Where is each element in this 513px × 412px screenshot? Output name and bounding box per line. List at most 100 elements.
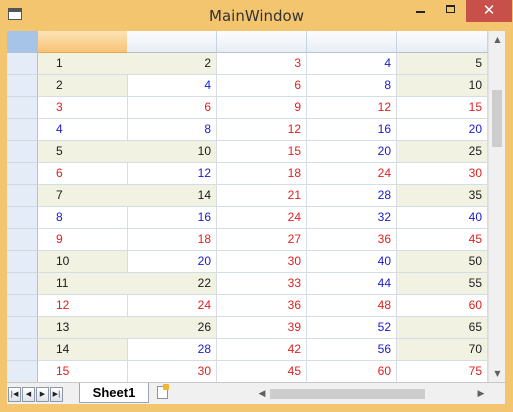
- grid-cell[interactable]: 14: [38, 339, 128, 361]
- horizontal-scrollbar[interactable]: ◀ ▶: [254, 386, 489, 402]
- title-bar[interactable]: MainWindow ✕: [0, 0, 513, 31]
- new-sheet-icon[interactable]: [157, 384, 169, 399]
- grid-cell[interactable]: 24: [127, 295, 217, 317]
- grid-cell[interactable]: 15: [38, 361, 128, 382]
- grid-cell[interactable]: 12: [127, 163, 217, 185]
- spreadsheet-grid[interactable]: 1 2 3 4 5 2 4 6 8 10 3 6 9 12 15 4 8 12 16 20 5 10 15 20 25 6 12 18…: [7, 31, 488, 382]
- next-sheet-button[interactable]: ▶: [36, 387, 49, 402]
- grid-cell[interactable]: 20: [127, 251, 217, 273]
- grid-cell[interactable]: 10: [127, 141, 217, 163]
- grid-cell[interactable]: 10: [38, 251, 128, 273]
- row-header[interactable]: [7, 119, 38, 141]
- grid-cell[interactable]: 13: [38, 317, 128, 339]
- vertical-scrollbar[interactable]: ▲ ▼: [488, 31, 505, 382]
- grid-cell[interactable]: 30: [217, 251, 307, 273]
- scroll-left-arrow-icon[interactable]: ◀: [254, 386, 270, 402]
- grid-cell[interactable]: 45: [397, 229, 488, 251]
- select-all-corner[interactable]: [7, 31, 38, 53]
- grid-cell[interactable]: 30: [127, 361, 217, 382]
- grid-cell[interactable]: 42: [217, 339, 307, 361]
- grid-cell[interactable]: 9: [217, 97, 307, 119]
- grid-cell[interactable]: 4: [127, 75, 217, 97]
- grid-cell[interactable]: 11: [38, 273, 128, 295]
- grid-cell[interactable]: 22: [127, 273, 217, 295]
- grid-cell[interactable]: 70: [397, 339, 488, 361]
- grid-cell[interactable]: 2: [127, 53, 217, 75]
- grid-cell[interactable]: 60: [397, 295, 488, 317]
- column-header-d[interactable]: [307, 31, 397, 53]
- row-header[interactable]: [7, 295, 38, 317]
- grid-cell[interactable]: 36: [217, 295, 307, 317]
- scroll-down-arrow-icon[interactable]: ▼: [489, 365, 505, 382]
- grid-cell[interactable]: 10: [397, 75, 488, 97]
- row-header[interactable]: [7, 229, 38, 251]
- scroll-right-arrow-icon[interactable]: ▶: [473, 386, 489, 402]
- grid-cell[interactable]: 8: [307, 75, 397, 97]
- grid-cell[interactable]: 5: [38, 141, 128, 163]
- last-sheet-button[interactable]: ▶|: [50, 387, 63, 402]
- grid-cell[interactable]: 16: [307, 119, 397, 141]
- row-header[interactable]: [7, 141, 38, 163]
- grid-cell[interactable]: 40: [307, 251, 397, 273]
- grid-cell[interactable]: 50: [397, 251, 488, 273]
- first-sheet-button[interactable]: |◀: [8, 387, 21, 402]
- grid-cell[interactable]: 15: [217, 141, 307, 163]
- grid-cell[interactable]: 16: [127, 207, 217, 229]
- grid-cell[interactable]: 52: [307, 317, 397, 339]
- grid-cell[interactable]: 25: [397, 141, 488, 163]
- grid-cell[interactable]: 26: [127, 317, 217, 339]
- grid-cell[interactable]: 60: [307, 361, 397, 382]
- grid-cell[interactable]: 12: [307, 97, 397, 119]
- grid-cell[interactable]: 48: [307, 295, 397, 317]
- grid-cell[interactable]: 20: [397, 119, 488, 141]
- grid-cell[interactable]: 32: [307, 207, 397, 229]
- grid-cell[interactable]: 3: [38, 97, 128, 119]
- grid-cell[interactable]: 40: [397, 207, 488, 229]
- sheet-tab-sheet1[interactable]: Sheet1: [79, 383, 149, 403]
- grid-cell[interactable]: 75: [397, 361, 488, 382]
- row-header[interactable]: [7, 53, 38, 75]
- grid-cell[interactable]: 35: [397, 185, 488, 207]
- row-header[interactable]: [7, 207, 38, 229]
- grid-cell[interactable]: 5: [397, 53, 488, 75]
- grid-cell[interactable]: 36: [307, 229, 397, 251]
- grid-cell[interactable]: 24: [217, 207, 307, 229]
- minimize-button[interactable]: [406, 0, 436, 22]
- grid-cell[interactable]: 1: [38, 53, 128, 75]
- grid-cell[interactable]: 14: [127, 185, 217, 207]
- grid-cell[interactable]: 28: [307, 185, 397, 207]
- grid-cell[interactable]: 15: [397, 97, 488, 119]
- grid-cell[interactable]: 20: [307, 141, 397, 163]
- grid-cell[interactable]: 12: [217, 119, 307, 141]
- grid-cell[interactable]: 28: [127, 339, 217, 361]
- grid-cell[interactable]: 45: [217, 361, 307, 382]
- grid-cell[interactable]: 56: [307, 339, 397, 361]
- grid-cell[interactable]: 7: [38, 185, 128, 207]
- grid-cell[interactable]: 44: [307, 273, 397, 295]
- column-header-c[interactable]: [217, 31, 307, 53]
- grid-cell[interactable]: 4: [307, 53, 397, 75]
- row-header[interactable]: [7, 317, 38, 339]
- grid-cell[interactable]: 27: [217, 229, 307, 251]
- grid-cell[interactable]: 39: [217, 317, 307, 339]
- grid-cell[interactable]: 3: [217, 53, 307, 75]
- close-button[interactable]: ✕: [466, 0, 512, 22]
- grid-cell[interactable]: 21: [217, 185, 307, 207]
- row-header[interactable]: [7, 339, 38, 361]
- row-header[interactable]: [7, 163, 38, 185]
- grid-cell[interactable]: 2: [38, 75, 128, 97]
- grid-cell[interactable]: 9: [38, 229, 128, 251]
- column-header-b[interactable]: [127, 31, 217, 53]
- vertical-scroll-thumb[interactable]: [492, 90, 502, 147]
- grid-cell[interactable]: 12: [38, 295, 128, 317]
- row-header[interactable]: [7, 251, 38, 273]
- row-header[interactable]: [7, 273, 38, 295]
- grid-cell[interactable]: 18: [127, 229, 217, 251]
- grid-cell[interactable]: 30: [397, 163, 488, 185]
- grid-cell[interactable]: 6: [127, 97, 217, 119]
- grid-cell[interactable]: 18: [217, 163, 307, 185]
- scroll-up-arrow-icon[interactable]: ▲: [489, 31, 505, 48]
- grid-cell[interactable]: 8: [127, 119, 217, 141]
- horizontal-scroll-thumb[interactable]: [270, 389, 425, 399]
- row-header[interactable]: [7, 361, 38, 382]
